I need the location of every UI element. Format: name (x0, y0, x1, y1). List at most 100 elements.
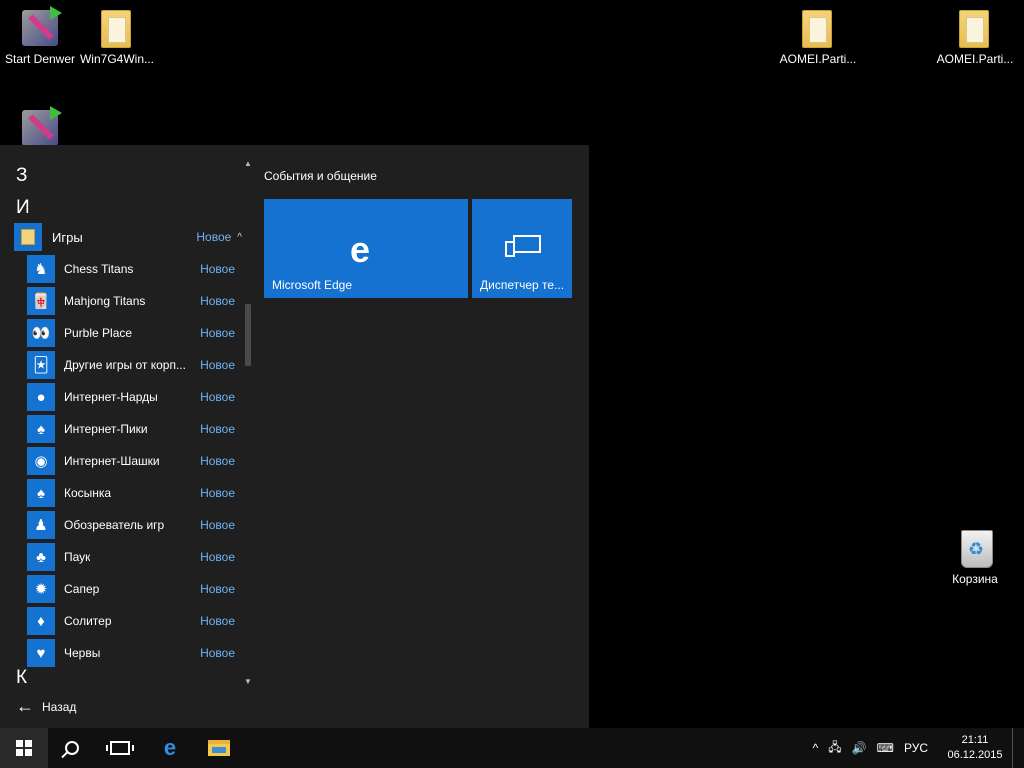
language-indicator[interactable]: РУС (904, 741, 928, 755)
app-name: Интернет-Нарды (64, 390, 158, 404)
taskbar-edge-button[interactable]: e (146, 728, 194, 768)
start-button[interactable] (0, 728, 48, 768)
desktop-icon-label: AOMEI.Parti... (779, 52, 857, 66)
taskbar: e ^ 🖧 🔊 ⌨ РУС 21:11 06.12.2015 (0, 728, 1024, 768)
freecell-icon: ♦ (27, 607, 55, 635)
app-item[interactable]: 🀄 Mahjong Titans Новое (27, 287, 235, 315)
app-name: Обозреватель игр (64, 518, 165, 532)
desktop-icon-win7g4win[interactable]: Win7G4Win... (77, 8, 157, 66)
system-tray: ^ 🖧 🔊 ⌨ РУС 21:11 06.12.2015 (808, 728, 1024, 768)
tile-device-manager[interactable]: Диспетчер те... (472, 199, 572, 298)
network-icon[interactable]: 🖧 (828, 738, 841, 759)
solitaire-icon: ♠ (27, 479, 55, 507)
app-item[interactable]: ◉ Интернет-Шашки Новое (27, 447, 235, 475)
search-button[interactable] (48, 728, 96, 768)
file-explorer-icon (208, 740, 230, 756)
app-name: Паук (64, 550, 91, 564)
new-badge: Новое (200, 550, 235, 564)
app-item[interactable]: ♥ Червы Новое (27, 639, 235, 667)
keyboard-icon[interactable]: ⌨ (877, 741, 894, 755)
windows-icon (16, 740, 32, 756)
app-item[interactable]: ♟ Обозреватель игр Новое (27, 511, 235, 539)
app-name: Солитер (64, 614, 112, 628)
new-badge: Новое (200, 646, 235, 660)
letter-header-z[interactable]: З (16, 165, 27, 187)
app-name: Интернет-Пики (64, 422, 148, 436)
group-games[interactable]: Игры Новое ^ (14, 223, 242, 251)
chess-icon: ♞ (27, 255, 55, 283)
recycle-bin-icon (955, 528, 995, 568)
folder-icon (14, 223, 42, 251)
edge-icon: e (350, 229, 371, 270)
desktop-icon-label: AOMEI.Parti... (936, 52, 1014, 66)
app-item[interactable]: 🃏 Другие игры от корп... Новое (27, 351, 235, 379)
desktop-icon-label: Корзина (952, 572, 998, 586)
scroll-thumb[interactable] (245, 304, 251, 366)
taskbar-explorer-button[interactable] (195, 728, 243, 768)
letter-header-k[interactable]: К (16, 667, 27, 687)
scroll-down-icon[interactable]: ▼ (242, 677, 254, 689)
new-badge: Новое (200, 518, 235, 532)
checkers-icon: ◉ (27, 447, 55, 475)
folder-icon (798, 8, 838, 48)
desktop-icon-aomei-2[interactable]: AOMEI.Parti... (935, 8, 1015, 66)
tile-microsoft-edge[interactable]: e Microsoft Edge (264, 199, 468, 298)
app-item[interactable]: ✹ Сапер Новое (27, 575, 235, 603)
app-name: Сапер (64, 582, 100, 596)
scroll-up-icon[interactable]: ▲ (242, 159, 254, 171)
new-badge: Новое (200, 262, 235, 276)
tile-label: Диспетчер те... (480, 278, 565, 292)
volume-icon[interactable]: 🔊 (852, 741, 867, 755)
new-badge: Новое (200, 422, 235, 436)
app-item[interactable]: ♣ Паук Новое (27, 543, 235, 571)
start-menu: З И Игры Новое ^ ♞ Chess Titans Новое 🀄 Mahj… (0, 145, 589, 728)
back-label: Назад (42, 699, 77, 714)
folder-icon (97, 8, 137, 48)
new-badge: Новое (200, 358, 235, 372)
tile-label: Microsoft Edge (272, 278, 353, 292)
app-item[interactable]: ● Интернет-Нарды Новое (27, 383, 235, 411)
desktop-icon-recycle-bin[interactable]: Корзина (935, 528, 1015, 586)
desktop-icon-start-denwer[interactable]: Start Denwer (0, 6, 80, 66)
new-badge: Новое (200, 454, 235, 468)
app-name: Косынка (64, 486, 112, 500)
group-name: Игры (52, 229, 83, 245)
app-item[interactable]: ♦ Солитер Новое (27, 607, 235, 635)
desktop-icon-label: Start Denwer (4, 52, 76, 66)
app-name: Chess Titans (64, 262, 134, 276)
tiles-section: События и общение e Microsoft Edge Диспе… (264, 169, 572, 298)
tiles-group-title: События и общение (264, 169, 377, 183)
app-item[interactable]: ♠ Интернет-Пики Новое (27, 415, 235, 443)
chevron-up-icon[interactable]: ^ (813, 741, 819, 755)
edge-icon: e (163, 735, 177, 760)
new-badge: Новое (200, 486, 235, 500)
app-name: Другие игры от корп... (64, 358, 186, 372)
desktop-icon-label: Win7G4Win... (79, 52, 154, 66)
clock-date: 06.12.2015 (947, 749, 1003, 761)
search-icon (65, 741, 79, 755)
clock[interactable]: 21:11 06.12.2015 (938, 733, 1012, 763)
app-list: З И Игры Новое ^ ♞ Chess Titans Новое 🀄 Mahj… (0, 145, 255, 690)
more-games-icon: 🃏 (27, 351, 55, 379)
purble-icon: 👀 (27, 319, 55, 347)
new-badge: Новое (200, 390, 235, 404)
back-button[interactable]: ← Назад (16, 696, 76, 717)
new-badge: Новое (200, 326, 235, 340)
mahjong-icon: 🀄 (27, 287, 55, 315)
show-desktop-button[interactable] (1012, 728, 1024, 768)
new-badge: Новое (200, 582, 235, 596)
letter-header-i[interactable]: И (16, 197, 30, 219)
task-view-button[interactable] (96, 728, 144, 768)
folder-icon (955, 8, 995, 48)
new-badge: Новое (200, 294, 235, 308)
app-item[interactable]: ♞ Chess Titans Новое (27, 255, 235, 283)
app-item[interactable]: ♠ Косынка Новое (27, 479, 235, 507)
hearts-icon: ♥ (27, 639, 55, 667)
minesweeper-icon: ✹ (27, 575, 55, 603)
app-name: Червы (64, 646, 101, 660)
task-view-icon (106, 741, 134, 755)
scrollbar[interactable]: ▲ ▼ (242, 159, 254, 689)
desktop-icon-aomei-1[interactable]: AOMEI.Parti... (778, 8, 858, 66)
denwer-icon (20, 6, 62, 48)
app-item[interactable]: 👀 Purble Place Новое (27, 319, 235, 347)
